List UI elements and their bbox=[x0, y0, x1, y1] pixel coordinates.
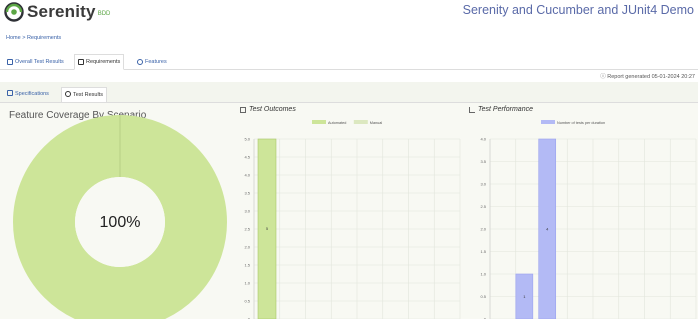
logo-bdd: BDD bbox=[97, 11, 111, 17]
gauge-icon bbox=[65, 91, 71, 97]
y-tick-label: 1.5 bbox=[244, 263, 250, 268]
report-generated-text: Report generated 05-01-2024 20:27 bbox=[607, 74, 695, 80]
legend-label: Automated bbox=[328, 121, 346, 125]
coverage-center-label: 100% bbox=[100, 214, 141, 231]
info-icon: ⓘ bbox=[600, 74, 606, 80]
document-icon bbox=[78, 59, 84, 65]
legend-swatch bbox=[312, 120, 326, 124]
header: Serenity BDD Serenity and Cucumber and J… bbox=[0, 0, 698, 26]
y-tick-label: 0.5 bbox=[244, 299, 250, 304]
test-outcomes-chart: Automated Manual00.51.01.52.02.53.03.54.0… bbox=[244, 120, 461, 319]
y-tick-label: 0.5 bbox=[480, 294, 486, 299]
checkbox-icon bbox=[240, 106, 246, 113]
page: Serenity BDD Serenity and Cucumber and J… bbox=[0, 0, 698, 319]
checkbox-icon bbox=[7, 59, 13, 65]
y-tick-label: 1.0 bbox=[244, 281, 250, 286]
legend-label: Number of tests per duration bbox=[557, 121, 605, 125]
results-panel: Specifications Test Results Feature Cove… bbox=[0, 82, 698, 319]
y-tick-label: 4.5 bbox=[244, 155, 250, 160]
y-tick-label: 4.0 bbox=[480, 137, 486, 142]
main-tabs: Overall Test Results Requirements Featur… bbox=[0, 54, 698, 70]
tab-label: Specifications bbox=[15, 91, 49, 97]
y-tick-label: 3.0 bbox=[244, 209, 250, 214]
test-outcomes-title: Test Outcomes bbox=[240, 106, 296, 113]
y-tick-label: 1.0 bbox=[480, 272, 486, 277]
legend-swatch bbox=[353, 120, 368, 124]
report-generated: ⓘ Report generated 05-01-2024 20:27 bbox=[600, 72, 695, 80]
y-tick-label: 3.5 bbox=[244, 191, 250, 196]
tab-overall-test-results[interactable]: Overall Test Results bbox=[4, 54, 67, 70]
feature-coverage-chart: 100% bbox=[13, 115, 227, 319]
legend-swatch bbox=[541, 120, 555, 124]
y-tick-label: 4.0 bbox=[244, 173, 250, 178]
y-tick-label: 1.5 bbox=[480, 249, 486, 254]
serenity-logo-icon bbox=[4, 2, 24, 22]
y-tick-label: 2.0 bbox=[244, 245, 250, 250]
y-tick-label: 3.5 bbox=[480, 159, 486, 164]
tab-requirements[interactable]: Requirements bbox=[74, 54, 125, 70]
y-tick-label: 2.5 bbox=[480, 204, 486, 209]
tab-label: Test Results bbox=[73, 92, 103, 98]
y-tick-label: 2.0 bbox=[480, 227, 486, 232]
tab-label: Requirements bbox=[86, 59, 121, 65]
legend-label: Manual bbox=[370, 121, 383, 125]
y-tick-label: 3.0 bbox=[480, 182, 486, 187]
tab-label: Overall Test Results bbox=[15, 59, 64, 65]
tab-specifications[interactable]: Specifications bbox=[4, 87, 52, 102]
line-chart-icon bbox=[469, 106, 475, 113]
comments-icon bbox=[137, 59, 143, 65]
test-performance-label: Test Performance bbox=[478, 106, 533, 113]
logo[interactable]: Serenity BDD bbox=[4, 2, 110, 22]
test-results-content: Feature Coverage By Scenario 100% Test O… bbox=[0, 102, 698, 319]
y-tick-label: 5.0 bbox=[244, 137, 250, 142]
y-tick-label: 2.5 bbox=[244, 227, 250, 232]
test-performance-title: Test Performance bbox=[469, 106, 533, 113]
project-title: Serenity and Cucumber and JUnit4 Demo bbox=[462, 3, 694, 17]
test-performance-chart: Number of tests per duration00.51.01.52.… bbox=[480, 120, 697, 319]
test-outcomes-label: Test Outcomes bbox=[249, 106, 296, 113]
logo-text: Serenity bbox=[27, 2, 96, 21]
book-icon bbox=[7, 90, 13, 96]
tab-features[interactable]: Features bbox=[134, 54, 170, 70]
tab-label: Features bbox=[145, 59, 167, 65]
breadcrumb[interactable]: Home > Requirements bbox=[6, 35, 61, 41]
tab-test-results[interactable]: Test Results bbox=[61, 87, 107, 102]
